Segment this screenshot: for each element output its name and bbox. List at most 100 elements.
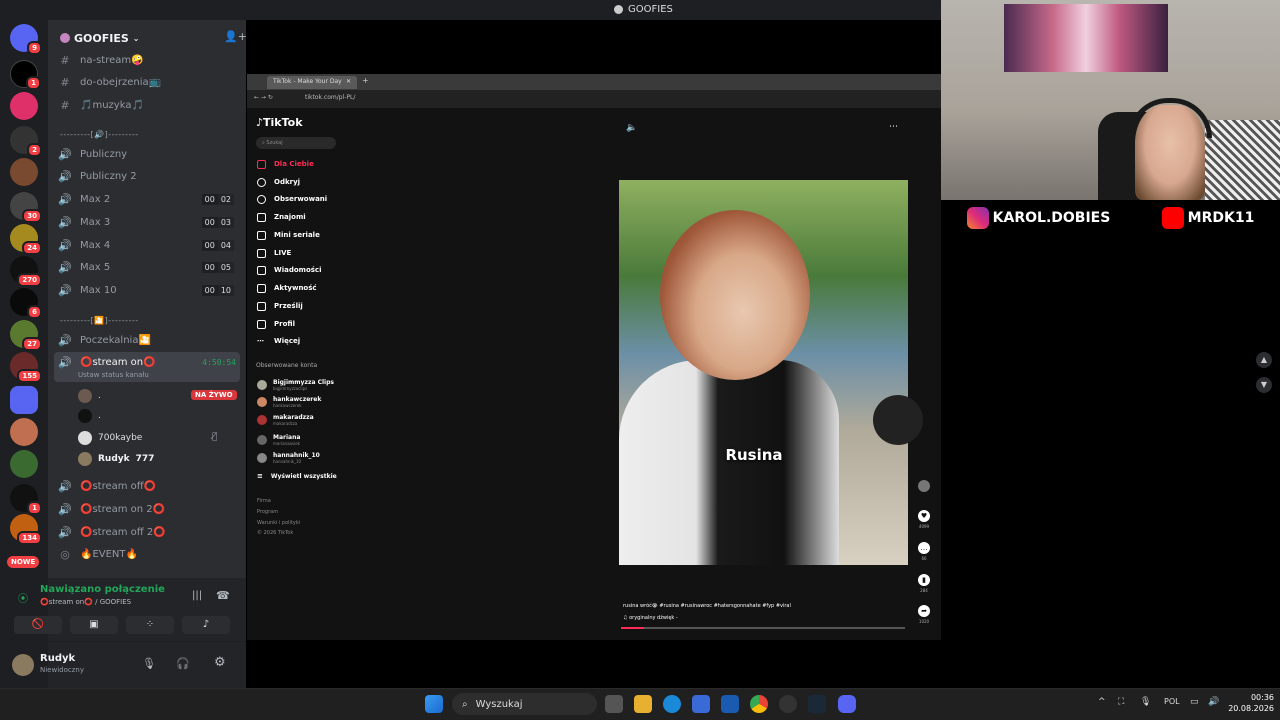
- server-icon[interactable]: 6: [10, 288, 42, 319]
- category-separator[interactable]: ---------[🎦]---------: [60, 316, 139, 325]
- folder-icon[interactable]: [10, 386, 38, 414]
- network-icon[interactable]: ⛶: [1118, 697, 1124, 707]
- footer-link[interactable]: Program: [257, 509, 278, 515]
- server-icon[interactable]: 2: [10, 126, 42, 157]
- avatar[interactable]: [12, 654, 34, 676]
- activities-button[interactable]: ⁘: [126, 616, 174, 634]
- server-icon[interactable]: 270: [10, 256, 42, 287]
- nav-buttons[interactable]: ← → ↻: [254, 94, 273, 101]
- language-indicator[interactable]: POL: [1164, 697, 1180, 706]
- server-icon[interactable]: [10, 450, 38, 478]
- text-channel[interactable]: # na-stream🤪: [58, 50, 240, 70]
- stage-channel[interactable]: ◎ 🔥EVENT🔥: [58, 544, 240, 564]
- connection-channel[interactable]: ⭕stream on⭕ / GOOFIES: [40, 598, 131, 606]
- nav-upload[interactable]: Prześlij: [257, 299, 303, 313]
- nav-following[interactable]: Obserwowani: [257, 192, 327, 206]
- browser-tab[interactable]: TikTok - Make Your Day ✕: [267, 76, 357, 89]
- voice-user[interactable]: 700kaybe: [78, 430, 142, 446]
- server-icon[interactable]: 155: [10, 352, 42, 383]
- nav-profile[interactable]: Profil: [257, 317, 295, 331]
- followed-account[interactable]: Mariana marianaasiek: [257, 431, 300, 449]
- show-all-accounts[interactable]: ≡ Wyświetl wszystkie: [257, 469, 337, 483]
- headphones-icon[interactable]: 🎧: [176, 657, 190, 670]
- voice-channel[interactable]: 🔊 Publiczny 2: [58, 166, 240, 186]
- voice-channel[interactable]: 🔊 Max 4 00 04: [58, 235, 240, 255]
- voice-channel[interactable]: 🔊 ⭕stream off 2⭕: [58, 522, 240, 542]
- tiktok-logo[interactable]: ♪TikTok: [256, 116, 303, 129]
- server-icon[interactable]: 27: [10, 320, 42, 351]
- screen-share-button[interactable]: ▣: [70, 616, 118, 634]
- voice-channel-active[interactable]: 🔊 ⭕stream on⭕ 4:50:54: [58, 352, 240, 372]
- obs-icon[interactable]: [779, 695, 797, 713]
- progress-bar[interactable]: [621, 627, 905, 629]
- server-icon[interactable]: [10, 158, 38, 186]
- discord-icon[interactable]: [838, 695, 856, 713]
- sound-link[interactable]: ♫ oryginalny dźwięk -: [623, 615, 678, 621]
- text-channel[interactable]: # do-obejrzenia📺: [58, 72, 240, 92]
- taskbar-search[interactable]: ⌕ Wyszukaj: [452, 693, 597, 715]
- server-icon[interactable]: 1: [10, 60, 41, 90]
- set-channel-status[interactable]: Ustaw status kanału: [78, 371, 149, 379]
- add-member-icon[interactable]: 👤+: [224, 30, 247, 43]
- nav-activity[interactable]: Aktywność: [257, 281, 317, 295]
- creator-avatar[interactable]: [916, 480, 932, 492]
- tray-overflow-icon[interactable]: ^: [1098, 697, 1106, 707]
- save-button[interactable]: ▮ 284: [916, 574, 932, 593]
- share-button[interactable]: ➦ 1020: [916, 605, 932, 624]
- mic-tray-icon[interactable]: 🎙: [1140, 697, 1151, 707]
- settings-icon[interactable]: ⚙: [214, 655, 226, 670]
- server-icon[interactable]: [10, 92, 38, 120]
- connection-status[interactable]: Nawiązano połączenie: [40, 584, 165, 595]
- close-icon[interactable]: ✕: [346, 78, 351, 85]
- followed-account[interactable]: makaradzza makaradzza: [257, 411, 314, 429]
- noise-suppression-icon[interactable]: |||: [192, 590, 202, 601]
- like-button[interactable]: ♥ 4099: [916, 510, 932, 529]
- followed-account[interactable]: Bigjimmyzza Clips bigjimmyzzaclips: [257, 376, 334, 394]
- volume-icon[interactable]: 🔈: [626, 123, 637, 133]
- task-view-icon[interactable]: [605, 695, 623, 713]
- mail-icon[interactable]: [721, 695, 739, 713]
- volume-tray-icon[interactable]: 🔊: [1208, 697, 1219, 707]
- voice-channel[interactable]: 🔊 Max 2 00 02: [58, 189, 240, 209]
- voice-channel[interactable]: 🔊 Max 3 00 03: [58, 212, 240, 232]
- server-icon[interactable]: 30: [10, 192, 42, 223]
- category-separator[interactable]: ---------[🔊]---------: [60, 130, 139, 139]
- server-icon[interactable]: [10, 418, 38, 446]
- camera-off-button[interactable]: 🚫: [14, 616, 62, 634]
- nav-friends[interactable]: Znajomi: [257, 210, 306, 224]
- clock[interactable]: 00:36 20.08.2026: [1224, 692, 1274, 714]
- edge-icon[interactable]: [663, 695, 681, 713]
- comment-button[interactable]: … 66: [916, 542, 932, 561]
- nav-for-you[interactable]: Dla Ciebie: [257, 157, 314, 171]
- new-tab-icon[interactable]: +: [362, 76, 369, 85]
- display-icon[interactable]: ▭: [1190, 697, 1199, 707]
- voice-channel[interactable]: 🔊 Publiczny: [58, 144, 240, 164]
- disconnect-icon[interactable]: ☎: [216, 589, 230, 602]
- nav-messages[interactable]: Wiadomości: [257, 263, 321, 277]
- microphone-icon[interactable]: 🎙: [142, 657, 156, 670]
- soundboard-button[interactable]: ♪: [182, 616, 230, 634]
- voice-channel[interactable]: 🔊 Max 5 00 05: [58, 257, 240, 277]
- server-header[interactable]: GOOFIES ⌄: [60, 28, 240, 48]
- nav-live[interactable]: LIVE: [257, 246, 291, 260]
- steam-icon[interactable]: [808, 695, 826, 713]
- nav-mini-series[interactable]: Mini seriale: [257, 228, 320, 242]
- voice-user[interactable]: .: [78, 388, 101, 404]
- voice-user[interactable]: .: [78, 408, 101, 424]
- server-icon[interactable]: 1: [10, 484, 42, 515]
- voice-channel[interactable]: 🔊 ⭕stream on 2⭕: [58, 499, 240, 519]
- file-explorer-icon[interactable]: [634, 695, 652, 713]
- voice-channel[interactable]: 🔊 Poczekalnia🎦: [58, 330, 240, 350]
- text-channel[interactable]: # 🎵muzyka🎵: [58, 95, 240, 115]
- nav-more[interactable]: ⋯ Więcej: [257, 334, 300, 348]
- followed-account[interactable]: hankawczerek hankawczerek: [257, 393, 321, 411]
- search-input[interactable]: ⌕ Szukaj: [256, 137, 336, 149]
- windows-start-icon[interactable]: [425, 695, 443, 713]
- new-badge[interactable]: NOWE: [7, 556, 40, 568]
- chrome-icon[interactable]: [750, 695, 768, 713]
- scroll-up-button[interactable]: ▲: [1256, 352, 1272, 368]
- store-icon[interactable]: [692, 695, 710, 713]
- followed-account[interactable]: hannahnik_10 hannahnik_10: [257, 449, 320, 467]
- home-icon[interactable]: 9: [10, 24, 42, 55]
- footer-link[interactable]: Firma: [257, 498, 271, 504]
